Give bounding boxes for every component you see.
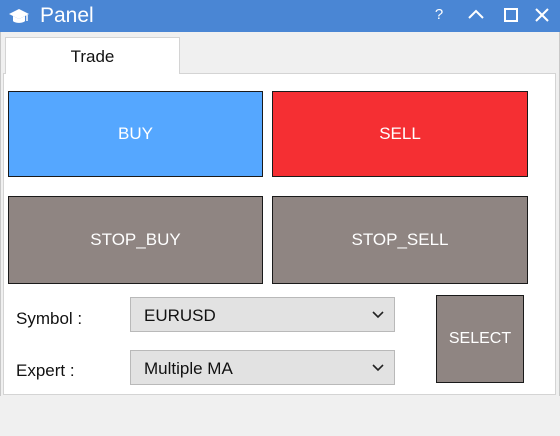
graduation-cap-icon [9,9,29,23]
symbol-value: EURUSD [144,306,216,325]
maximize-icon[interactable] [500,4,522,26]
title-bar[interactable]: Panel ? [0,0,560,32]
chevron-down-icon[interactable] [371,361,385,375]
expert-label: Expert : [16,361,75,380]
symbol-label: Symbol : [16,309,83,328]
status-strip [0,396,560,436]
expert-value: Multiple MA [144,359,233,378]
sell-button[interactable]: SELL [272,91,528,177]
stop-sell-button[interactable]: STOP_SELL [272,196,528,284]
tab-trade[interactable]: Trade [5,37,180,74]
chevron-down-icon[interactable] [371,308,385,322]
help-icon[interactable]: ? [428,4,450,26]
select-button[interactable]: SELECT [436,295,524,383]
window-title: Panel [40,4,94,27]
minimize-icon[interactable] [465,4,487,26]
expert-dropdown[interactable]: Multiple MA [130,350,395,385]
symbol-dropdown[interactable]: EURUSD [130,297,395,332]
close-icon[interactable] [531,4,553,26]
buy-button[interactable]: BUY [8,91,263,177]
stop-buy-button[interactable]: STOP_BUY [8,196,263,284]
